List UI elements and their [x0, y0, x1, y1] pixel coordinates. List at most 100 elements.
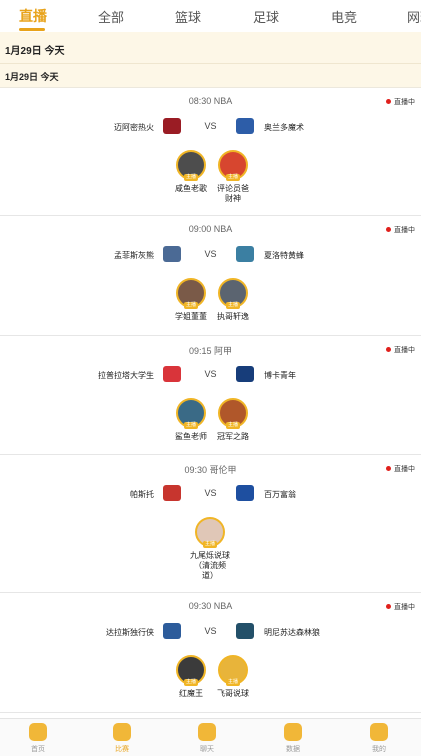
match-time: 08:30: [188, 96, 212, 106]
tab-tennis[interactable]: 网球: [407, 7, 421, 26]
date-header: 1月29日 今天: [0, 32, 421, 64]
vs-label: VS: [204, 626, 217, 636]
anchor-badge: 主播: [225, 302, 241, 309]
anchor-name[interactable]: 冠军之路: [213, 432, 253, 442]
match-list: 08:30 NBA 直播中 迈阿密热火 VS 奥兰多魔术 主播 咸鱼老歌 主播 评论员爸 财神 0…: [0, 88, 421, 713]
live-dot-icon: [386, 99, 391, 104]
match-time-league: 09:30 哥伦甲: [0, 463, 421, 476]
match-time: 09:00: [188, 224, 212, 234]
match-time: 09:30: [184, 465, 207, 475]
top-nav: 直播 全部 篮球 足球 电竞 网球: [0, 0, 421, 32]
match-time-league: 08:30 NBA: [0, 96, 421, 106]
anchor-avatar[interactable]: 主播: [218, 150, 248, 181]
match-league: 哥伦甲: [209, 465, 237, 475]
tab-football[interactable]: 足球: [253, 7, 279, 26]
anchor-avatar[interactable]: 主播: [176, 278, 206, 309]
anchor-name[interactable]: 九尾烁说球（清流频道）: [190, 551, 230, 581]
anchor-badge: 主播: [225, 174, 241, 181]
away-team-name[interactable]: 百万富翁: [264, 489, 296, 500]
away-team-name[interactable]: 明尼苏达森林狼: [264, 627, 320, 638]
live-status: 直播中: [386, 345, 415, 355]
anchor-badge: 主播: [225, 422, 241, 429]
match-time-league: 09:30 NBA: [0, 601, 421, 611]
away-team-logo-icon[interactable]: [236, 366, 254, 382]
anchor-badge: 主播: [183, 679, 199, 686]
away-team-logo-icon[interactable]: [236, 623, 254, 639]
home-icon: [29, 723, 47, 741]
anchor-item[interactable]: 主播 咸鱼老歌: [171, 150, 211, 194]
match-card[interactable]: 09:00 NBA 直播中 孟菲斯灰熊 VS 夏洛特黄蜂 主播 学姐董董 主播 执哥轩逸: [0, 216, 421, 336]
away-team-logo-icon[interactable]: [236, 118, 254, 134]
match-league: NBA: [213, 601, 233, 611]
bottom-tab-label: 首页: [31, 746, 45, 753]
anchor-item[interactable]: 主播 鲨鱼老师: [171, 398, 211, 442]
away-team-name[interactable]: 奥兰多魔术: [264, 122, 304, 133]
live-status: 直播中: [386, 464, 415, 474]
live-status-label: 直播中: [394, 99, 415, 106]
bottom-tab-label: 聊天: [200, 746, 214, 753]
match-time: 09:30: [188, 601, 212, 611]
anchor-item[interactable]: 主播 执哥轩逸: [213, 278, 253, 322]
match-card[interactable]: 09:30 哥伦甲 直播中 帕斯托 VS 百万富翁 主播 九尾烁说球（清流频道）: [0, 455, 421, 593]
anchor-avatar[interactable]: 主播: [218, 398, 248, 429]
match-league: NBA: [213, 96, 233, 106]
anchor-name[interactable]: 红魔王: [171, 689, 211, 699]
tab-esports[interactable]: 电竞: [331, 7, 357, 26]
match-time: 09:15: [188, 346, 212, 356]
anchor-avatar[interactable]: 主播: [218, 655, 248, 686]
anchor-name[interactable]: 咸鱼老歌: [171, 184, 211, 194]
anchor-name[interactable]: 学姐董董: [171, 312, 211, 322]
bottom-tab-data[interactable]: 数据: [263, 723, 323, 754]
active-tab-indicator: [19, 28, 45, 31]
live-status: 直播中: [386, 225, 415, 235]
anchor-badge: 主播: [183, 174, 199, 181]
tab-all[interactable]: 全部: [98, 7, 124, 26]
bottom-tab-home[interactable]: 首页: [8, 723, 68, 754]
anchor-badge: 主播: [183, 302, 199, 309]
anchor-name[interactable]: 执哥轩逸: [213, 312, 253, 322]
live-status: 直播中: [386, 602, 415, 612]
match-card[interactable]: 09:30 NBA 直播中 达拉斯独行侠 VS 明尼苏达森林狼 主播 红魔王 主播 飞哥说球: [0, 593, 421, 713]
away-team-name[interactable]: 博卡青年: [264, 370, 296, 381]
bottom-tab-chat[interactable]: 聊天: [177, 723, 237, 754]
anchor-item[interactable]: 主播 冠军之路: [213, 398, 253, 442]
anchor-avatar[interactable]: 主播: [195, 517, 225, 548]
bottom-tab-profile[interactable]: 我的: [349, 723, 409, 754]
live-status-label: 直播中: [394, 227, 415, 234]
data-icon: [284, 723, 302, 741]
live-dot-icon: [386, 347, 391, 352]
anchor-item[interactable]: 主播 红魔王: [171, 655, 211, 699]
anchor-item[interactable]: 主播 学姐董董: [171, 278, 211, 322]
profile-icon: [370, 723, 388, 741]
bottom-tab-label: 我的: [372, 746, 386, 753]
bottom-nav: 首页 比赛 聊天 数据 我的: [0, 718, 421, 756]
live-dot-icon: [386, 466, 391, 471]
tab-live[interactable]: 直播: [19, 6, 47, 26]
anchor-badge: 主播: [225, 679, 241, 686]
match-league: 阿甲: [214, 346, 233, 356]
anchor-avatar[interactable]: 主播: [176, 398, 206, 429]
away-team-logo-icon[interactable]: [236, 485, 254, 501]
away-team-logo-icon[interactable]: [236, 246, 254, 262]
match-card[interactable]: 09:15 阿甲 直播中 拉普拉塔大学生 VS 博卡青年 主播 鲨鱼老师 主播 冠军之路: [0, 336, 421, 455]
anchor-name[interactable]: 飞哥说球: [213, 689, 253, 699]
bottom-tab-match[interactable]: 比赛: [92, 723, 152, 754]
anchor-name[interactable]: 评论员爸 财神: [213, 184, 253, 204]
vs-label: VS: [204, 121, 217, 131]
anchor-item[interactable]: 主播 飞哥说球: [213, 655, 253, 699]
anchor-avatar[interactable]: 主播: [176, 150, 206, 181]
chat-icon: [198, 723, 216, 741]
bottom-tab-label: 数据: [286, 746, 300, 753]
anchor-badge: 主播: [202, 541, 218, 548]
live-status-label: 直播中: [394, 347, 415, 354]
away-team-name[interactable]: 夏洛特黄蜂: [264, 250, 304, 261]
anchor-item[interactable]: 主播九尾烁说球（清流频道）: [190, 517, 230, 581]
anchor-avatar[interactable]: 主播: [176, 655, 206, 686]
anchor-avatar[interactable]: 主播: [218, 278, 248, 309]
match-card[interactable]: 08:30 NBA 直播中 迈阿密热火 VS 奥兰多魔术 主播 咸鱼老歌 主播 评论员爸 财神: [0, 88, 421, 216]
anchor-item[interactable]: 主播 评论员爸 财神: [213, 150, 253, 204]
anchor-name[interactable]: 鲨鱼老师: [171, 432, 211, 442]
tab-basketball[interactable]: 篮球: [175, 7, 201, 26]
live-dot-icon: [386, 227, 391, 232]
bottom-tab-label: 比赛: [115, 746, 129, 753]
